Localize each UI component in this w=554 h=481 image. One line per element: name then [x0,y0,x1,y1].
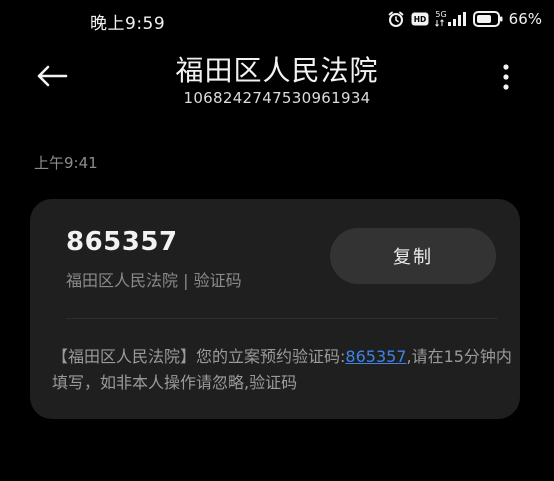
status-icons: HD 5G 66% [387,8,542,30]
message-body: 【福田区人民法院】您的立案预约验证码:865357,请在15分钟内填写，如非本人… [52,344,512,396]
code-source-label: 福田区人民法院 | 验证码 [66,271,242,290]
message-timestamp: 上午9:41 [34,154,98,172]
battery-icon [472,11,503,27]
signal-icon: 5G [435,11,466,27]
hd-icon: HD [411,12,429,26]
divider [66,318,498,319]
battery-percent: 66% [508,10,542,28]
verification-code: 865357 [66,227,178,257]
more-vertical-icon [503,64,509,94]
status-time: 晚上9:59 [90,14,166,34]
sender-number: 1068242747530961934 [183,89,371,107]
conversation-title: 福田区人民法院 [175,54,379,87]
network-type: 5G [435,10,447,19]
message-code-link[interactable]: 865357 [345,347,406,366]
svg-text:HD: HD [414,15,427,24]
more-options-button[interactable] [496,62,516,96]
message-bubble[interactable]: 865357 福田区人民法院 | 验证码 复制 【福田区人民法院】您的立案预约验… [30,199,520,419]
copy-button[interactable]: 复制 [330,228,496,284]
message-body-prefix: 【福田区人民法院】您的立案预约验证码: [52,347,346,366]
alarm-clock-icon [387,10,405,28]
